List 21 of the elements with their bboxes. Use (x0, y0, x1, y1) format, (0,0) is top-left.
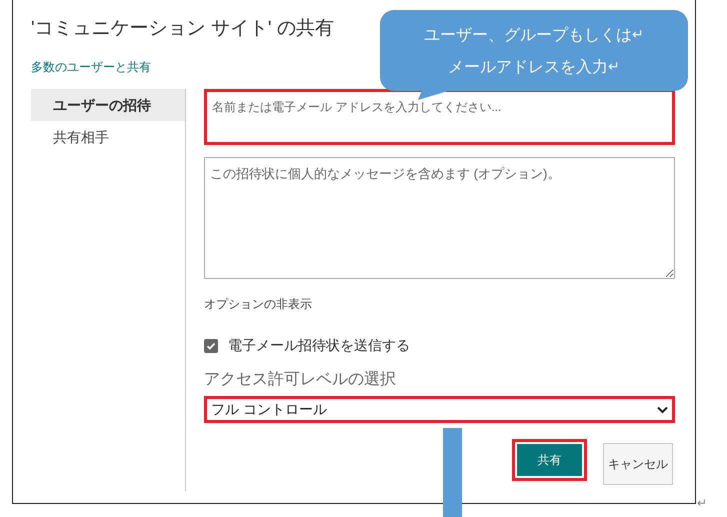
options-toggle-link[interactable]: オプションの非表示 (204, 295, 675, 313)
sidebar-item[interactable]: ユーザーの招待 (31, 89, 186, 121)
permission-select[interactable]: フル コントロール (204, 396, 675, 423)
callout-text: メールアドレスを入力 (448, 56, 608, 78)
cancel-button[interactable]: キャンセル (603, 443, 673, 485)
chevron-down-icon (657, 406, 668, 414)
names-field[interactable]: 名前または電子メール アドレスを入力してください... (204, 89, 675, 145)
share-link[interactable]: 多数のユーザーと共有 (31, 58, 151, 76)
sidebar-item[interactable]: 共有相手 (31, 121, 186, 153)
return-mark: ↵ (608, 57, 620, 76)
select-value: フル コントロール (211, 400, 327, 419)
dialog-title: 'コミュニケーション サイト' の共有 (31, 17, 334, 41)
callout-text: ユーザー、グループもしくは (424, 24, 632, 46)
share-button[interactable]: 共有 (512, 439, 587, 481)
permission-label: アクセス許可レベルの選択 (204, 370, 397, 390)
checkbox[interactable] (204, 338, 218, 352)
message-field[interactable]: この招待状に個人的なメッセージを含めます (オプション)。 (204, 157, 675, 279)
checkbox-label: 電子メール招待状を送信する (228, 336, 410, 355)
return-mark: ↵ (697, 495, 707, 512)
return-mark: ↵ (632, 25, 644, 44)
check-icon (206, 340, 216, 350)
